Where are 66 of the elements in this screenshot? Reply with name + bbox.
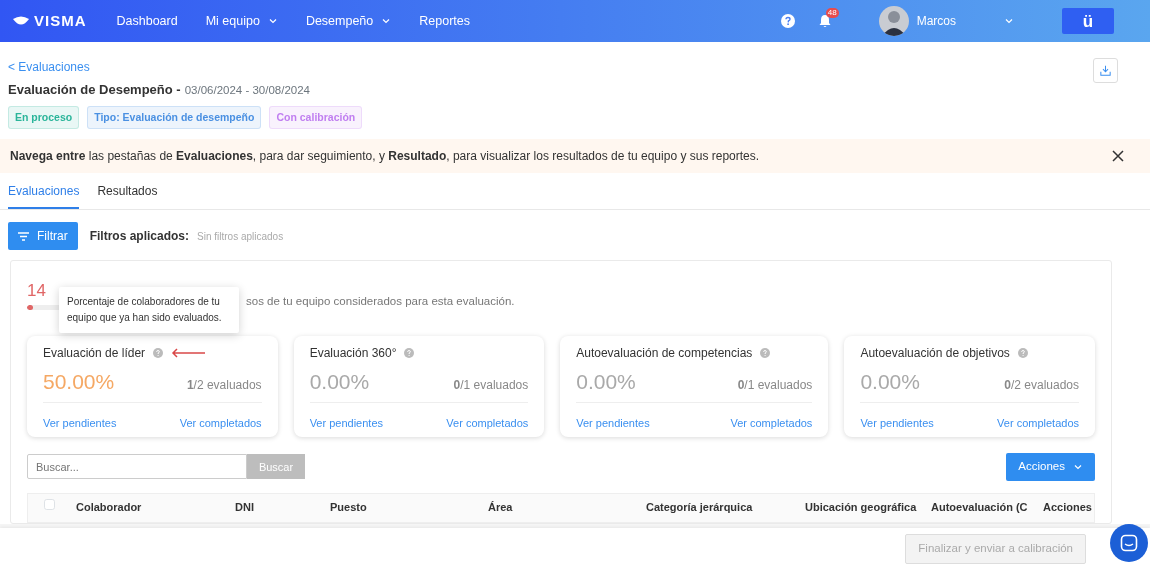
search-field[interactable]: Buscar... <box>27 454 247 480</box>
evaluated-count: 0/1 evaluados <box>453 377 529 395</box>
actions-button[interactable]: Acciones <box>1006 453 1095 481</box>
select-all-checkbox[interactable] <box>44 499 55 511</box>
filter-icon <box>18 231 29 241</box>
filter-button[interactable]: Filtrar <box>8 222 78 251</box>
evaluated-count: 1/2 evaluados <box>186 377 262 395</box>
column-header: Categoría jerárquica <box>645 500 754 516</box>
evaluated-count: 0/1 evaluados <box>737 377 813 395</box>
column-header: Ubicación geográfica <box>804 500 918 516</box>
completed-link[interactable]: Ver completados <box>730 414 813 432</box>
filter-label: Filtros aplicados: <box>89 228 190 246</box>
date-range: 03/06/2024 - 30/08/2024 <box>184 83 310 98</box>
column-header: Colaborador <box>75 500 143 516</box>
nav-link[interactable]: Dashboard <box>102 11 192 31</box>
column-header: Puesto <box>329 500 368 516</box>
user-name[interactable]: Marcos <box>916 12 956 30</box>
avatar[interactable] <box>878 6 909 36</box>
page-title: Evaluación de Desempeño - <box>8 81 181 99</box>
column-header: Acciones <box>1042 500 1093 516</box>
stat-title: Autoevaluación de objetivos <box>860 345 1010 363</box>
tab[interactable]: Resultados <box>97 177 158 210</box>
brand-name: VISMA <box>34 10 87 31</box>
status-tag: En proceso <box>8 105 80 130</box>
progress-description: sos de tu equipo considerados para esta evaluación. <box>246 294 515 309</box>
status-tag: Con calibración <box>269 105 363 130</box>
notification-badge: 48 <box>825 8 839 18</box>
stat-percent: 0.00% <box>576 369 636 396</box>
status-tag: Tipo: Evaluación de desempeño <box>87 105 262 130</box>
stat-percent: 0.00% <box>309 369 370 396</box>
column-header: Área <box>487 500 514 516</box>
download-button[interactable] <box>1093 58 1118 83</box>
pending-link[interactable]: Ver pendientes <box>860 414 934 432</box>
back-link[interactable]: < Evaluaciones <box>8 58 90 76</box>
filter-value: Sin filtros aplicados <box>197 229 284 244</box>
completed-link[interactable]: Ver completados <box>997 414 1079 432</box>
app-button[interactable]: ü <box>1062 8 1114 34</box>
tooltip: Porcentaje de colaboradores de tu equipo que ya han sido evaluados. <box>59 287 239 334</box>
help-icon[interactable] <box>153 348 164 359</box>
stat-percent: 50.00% <box>43 369 115 396</box>
pending-link[interactable]: Ver pendientes <box>576 414 650 432</box>
pending-link[interactable]: Ver pendientes <box>309 414 383 432</box>
column-header: DNI <box>234 500 255 516</box>
stat-title: Evaluación de líder <box>43 345 146 363</box>
close-icon[interactable] <box>1112 150 1124 163</box>
completed-link[interactable]: Ver completados <box>446 414 529 432</box>
stat-title: Autoevaluación de competencias <box>576 345 753 363</box>
completed-link[interactable]: Ver completados <box>179 414 262 432</box>
nav-link[interactable]: Mi equipo <box>191 11 292 31</box>
evaluated-count: 0/2 evaluados <box>1004 377 1079 395</box>
nav-link[interactable]: Reportes <box>405 11 484 31</box>
help-icon[interactable] <box>760 348 771 359</box>
nav-link[interactable]: Desempeño <box>291 11 406 31</box>
column-header: Autoevaluación (C <box>930 500 1029 516</box>
help-icon[interactable] <box>404 348 415 359</box>
help-icon[interactable] <box>1017 348 1028 359</box>
download-icon <box>1100 64 1111 77</box>
chat-icon <box>1120 534 1138 552</box>
info-banner-text: Navega entre las pestañas de Evaluaciones, para dar seguimiento, y Resultado, para visualizar los resultados de tu equipo y sus reportes. <box>10 148 761 166</box>
stat-percent: 0.00% <box>860 369 920 396</box>
help-icon[interactable] <box>780 14 795 28</box>
stat-title: Evaluación 360° <box>309 345 397 363</box>
search-button[interactable]: Buscar <box>247 454 305 480</box>
caret-icon[interactable] <box>1004 16 1014 26</box>
bell-icon[interactable] <box>818 14 831 28</box>
pending-link[interactable]: Ver pendientes <box>43 414 117 432</box>
